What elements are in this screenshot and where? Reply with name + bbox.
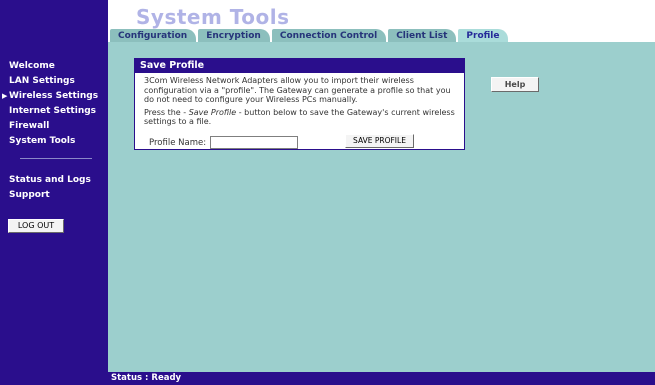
tab-encryption[interactable]: Encryption: [198, 29, 270, 43]
panel-title: Save Profile: [135, 59, 464, 73]
save-profile-panel: Save Profile 3Com Wireless Network Adapt…: [134, 58, 465, 150]
tab-connection-control[interactable]: Connection Control: [271, 29, 387, 43]
profile-name-input[interactable]: [210, 136, 299, 149]
sidebar-item-label: LAN Settings: [9, 76, 75, 86]
header-corner: [0, 0, 108, 42]
sidebar-item-label: Internet Settings: [9, 106, 97, 116]
tab-profile[interactable]: Profile: [458, 29, 509, 43]
sidebar-item-label: Wireless Settings: [9, 91, 99, 101]
panel-paragraph-2: Press the - Save Profile - button below …: [144, 108, 458, 127]
sidebar-item-label: System Tools: [9, 136, 76, 146]
sidebar-item-support[interactable]: Support: [9, 188, 91, 203]
logout-button[interactable]: LOG OUT: [8, 219, 64, 233]
panel-paragraph-2-emphasis: Save Profile: [188, 107, 237, 117]
sidebar-item-label: Support: [9, 190, 50, 200]
tab-bar: Configuration Encryption Connection Cont…: [110, 29, 510, 43]
sidebar-item-wireless-settings[interactable]: ▶ Wireless Settings: [2, 89, 99, 104]
sidebar: Welcome LAN Settings ▶ Wireless Settings …: [0, 42, 108, 385]
sidebar-item-label: Welcome: [9, 61, 55, 71]
sidebar-item-welcome[interactable]: Welcome: [9, 59, 98, 74]
sidebar-divider: [20, 158, 92, 159]
panel-description: 3Com Wireless Network Adapters allow you…: [135, 73, 464, 127]
tab-client-list[interactable]: Client List: [388, 29, 457, 43]
main-content: Save Profile 3Com Wireless Network Adapt…: [108, 42, 655, 372]
tab-configuration[interactable]: Configuration: [110, 29, 197, 43]
panel-paragraph-2-prefix: Press the -: [144, 107, 189, 117]
page-title: System Tools: [136, 5, 290, 29]
help-button[interactable]: Help: [491, 77, 539, 92]
panel-paragraph-1: 3Com Wireless Network Adapters allow you…: [144, 76, 451, 104]
save-profile-button[interactable]: SAVE PROFILE: [345, 134, 414, 148]
sidebar-item-system-tools[interactable]: System Tools: [9, 134, 98, 149]
sidebar-item-internet-settings[interactable]: Internet Settings: [9, 104, 98, 119]
sidebar-nav-secondary: Status and Logs Support: [9, 173, 91, 203]
sidebar-item-lan-settings[interactable]: LAN Settings: [9, 74, 98, 89]
current-arrow-icon: ▶: [2, 92, 8, 100]
sidebar-item-firewall[interactable]: Firewall: [9, 119, 98, 134]
profile-name-row: Profile Name:: [149, 136, 299, 149]
status-bar: Status : Ready: [108, 372, 655, 385]
sidebar-item-label: Firewall: [9, 121, 50, 131]
profile-name-label: Profile Name:: [149, 137, 207, 148]
sidebar-item-status-and-logs[interactable]: Status and Logs: [9, 173, 91, 188]
sidebar-nav: Welcome LAN Settings ▶ Wireless Settings …: [2, 59, 99, 149]
sidebar-item-label: Status and Logs: [9, 175, 91, 185]
